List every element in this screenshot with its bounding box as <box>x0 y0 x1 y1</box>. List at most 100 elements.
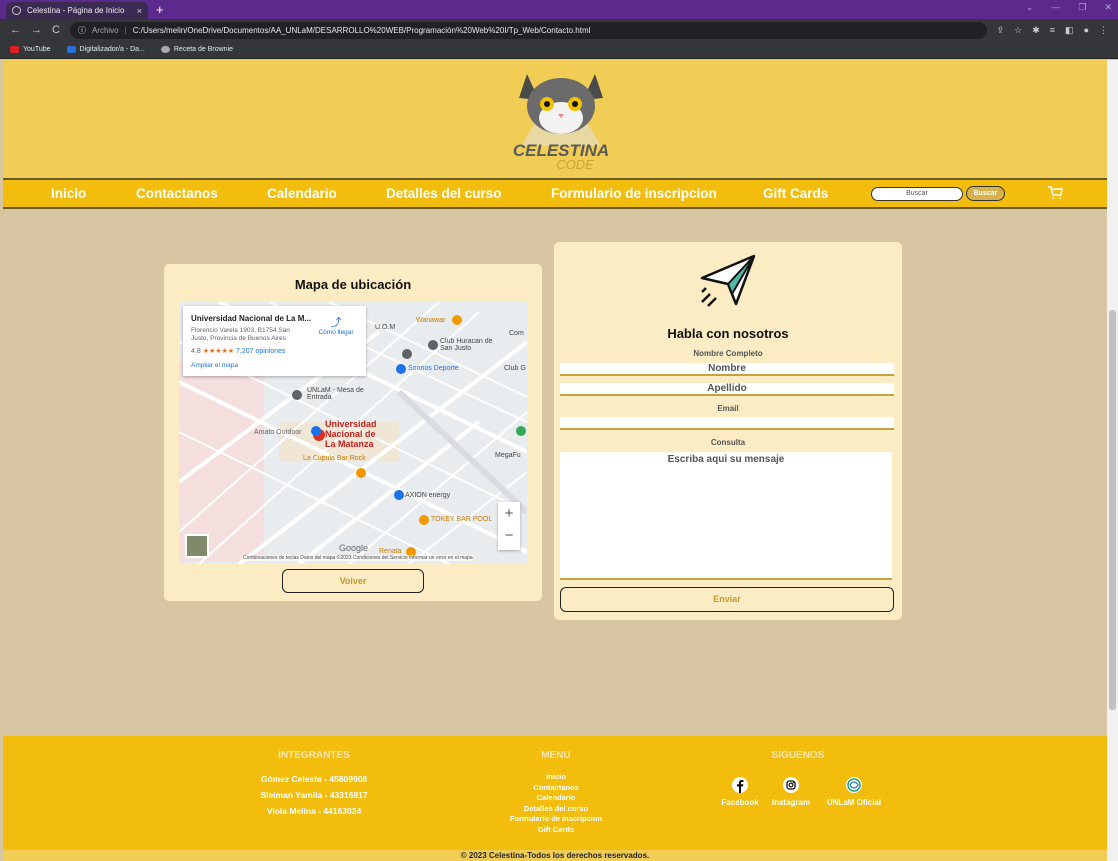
share-icon[interactable]: ⇪ <box>997 25 1005 36</box>
browser-tab[interactable]: Celestina - Página de Inicio × <box>6 2 148 19</box>
reviews-link[interactable]: 7,207 opiniones <box>236 348 285 355</box>
close-window-icon[interactable]: ✕ <box>1104 2 1112 13</box>
cart-icon[interactable] <box>1047 186 1063 200</box>
address-bar: ← → C ⓘ Archivo | C:/Users/melin/OneDriv… <box>0 19 1118 41</box>
email-field[interactable] <box>560 417 894 430</box>
restore-icon[interactable]: ❐ <box>1078 2 1086 13</box>
follow-heading: SIGUENOS <box>771 750 825 761</box>
rating-stars-icon: ★★★★★ <box>202 348 235 355</box>
search-input[interactable]: Buscar <box>871 187 963 201</box>
url-field[interactable]: ⓘ Archivo | C:/Users/melin/OneDrive/Docu… <box>69 21 987 39</box>
name-label: Nombre Completo <box>693 349 763 358</box>
footer-link-inicio[interactable]: Inicio <box>486 772 626 783</box>
zoom-in-button[interactable]: + <box>498 502 520 526</box>
map-label-amato: Amato Outdoor <box>254 429 302 436</box>
nav-calendario[interactable]: Calendario <box>267 186 337 201</box>
member-item: Viola Melina - 44163024 <box>266 806 362 816</box>
query-label: Consulta <box>710 438 746 447</box>
map-title: Mapa de ubicación <box>294 277 412 292</box>
paper-plane-icon <box>700 254 756 307</box>
unlam-link[interactable]: UNLaM Oficial <box>819 777 889 807</box>
footer-menu: Inicio Contactanos Calendario Detalles d… <box>486 772 626 835</box>
map-label-universidad: Universidad Nacional de La Matanza <box>325 419 377 449</box>
new-tab-button[interactable]: + <box>156 2 164 17</box>
place-info-card: Universidad Nacional de La M... Florenci… <box>183 306 366 376</box>
search-button[interactable]: Buscar <box>966 186 1005 201</box>
footer-link-calendario[interactable]: Calendario <box>486 793 626 804</box>
unlam-icon <box>846 777 862 793</box>
profile-icon[interactable]: ● <box>1084 25 1089 36</box>
zoom-out-button[interactable]: − <box>498 526 520 550</box>
map-label-club-huracan: Club Huracan de San Justo <box>440 338 493 352</box>
google-logo: Google <box>339 543 369 553</box>
map-label-com: Com <box>509 330 524 337</box>
sidebar-icon[interactable]: ◧ <box>1065 25 1074 36</box>
map-label-sonnos: Sonnos Deporte <box>408 365 459 372</box>
bookmark-digitalizador[interactable]: Digitalizador/a - Da... <box>66 46 145 53</box>
map-label-renata: Renata <box>379 548 402 555</box>
embedded-map[interactable]: UNLaM - Mesa de Entrada Amato Outdoor Un… <box>179 302 527 564</box>
nav-formulario[interactable]: Formulario de inscripcion <box>551 186 717 201</box>
footer-link-detalles[interactable]: Detalles del curso <box>486 804 626 815</box>
last-name-field[interactable]: Apellido <box>560 383 894 396</box>
extensions-icon[interactable]: ✱ <box>1032 25 1040 36</box>
minimize-icon[interactable]: — <box>1051 2 1060 13</box>
place-name: Universidad Nacional de La M... <box>191 314 312 323</box>
page-viewport: CELESTINA CODE Inicio Contactanos Calend… <box>3 60 1107 861</box>
map-footer: Combinaciones de teclas Datos del mapa ©… <box>243 555 473 561</box>
message-textarea[interactable]: Escriba aqui su mensaje <box>560 452 892 580</box>
nav-inicio[interactable]: Inicio <box>51 186 86 201</box>
directions-icon: ⤴ <box>330 317 342 329</box>
url-text: C:/Users/melin/OneDrive/Documentos/AA_UN… <box>132 25 591 35</box>
scrollbar-thumb[interactable] <box>1109 310 1116 710</box>
nav-contactanos[interactable]: Contactanos <box>136 186 218 201</box>
back-icon[interactable]: ← <box>10 24 21 36</box>
info-icon[interactable]: ⓘ <box>78 25 86 36</box>
forward-icon[interactable]: → <box>31 24 42 36</box>
nav-detalles[interactable]: Detalles del curso <box>386 186 502 201</box>
map-label-axion: AXION energy <box>405 492 451 499</box>
globe-icon <box>12 6 21 15</box>
zoom-controls: + − <box>498 502 520 550</box>
star-icon[interactable]: ☆ <box>1014 25 1022 36</box>
member-item: Sleiman Yamila - 43316917 <box>260 790 368 800</box>
celestina-logo[interactable]: CELESTINA CODE <box>511 68 611 173</box>
first-name-field[interactable]: Nombre <box>560 363 894 376</box>
bookmark-receta[interactable]: Receta de Brownie <box>160 46 233 53</box>
copyright: © 2023 Celestina-Todos los derechos rese… <box>3 850 1107 861</box>
form-title: Habla con nosotros <box>667 326 789 341</box>
youtube-icon <box>10 46 19 53</box>
url-scheme-label: Archivo <box>91 25 119 35</box>
close-tab-icon[interactable]: × <box>137 6 142 16</box>
page-scrollbar[interactable] <box>1107 60 1118 861</box>
facebook-link[interactable]: Facebook <box>715 777 765 807</box>
map-label-uom: U.O.M <box>375 324 396 331</box>
instagram-link[interactable]: Instagram <box>767 777 815 807</box>
member-item: Gómez Celeste - 45809908 <box>260 774 368 784</box>
place-rating: 4.8 ★★★★★ 7,207 opiniones <box>191 348 286 355</box>
submit-button[interactable]: Enviar <box>560 587 894 612</box>
header-banner: CELESTINA CODE <box>3 60 1107 178</box>
map-label-cupula: La Cúpula Bar Rock <box>303 455 366 462</box>
bookmark-icon <box>66 46 76 53</box>
footer-link-formulario[interactable]: Formulario de inscripcion <box>486 814 626 825</box>
bookmarks-bar: YouTube Digitalizador/a - Da... Receta d… <box>0 41 1118 59</box>
chevron-down-icon[interactable]: ⌄ <box>1026 2 1034 13</box>
map-label-wanawar: Wanawar <box>416 317 446 324</box>
reading-list-icon[interactable]: ≡ <box>1050 25 1055 36</box>
map-card: Mapa de ubicación UNLaM - Mesa de Entrad… <box>164 264 542 601</box>
email-label: Email <box>717 404 739 413</box>
footer-link-contactanos[interactable]: Contactanos <box>486 783 626 794</box>
expand-map-link[interactable]: Ampliar el mapa <box>191 362 238 369</box>
reload-icon[interactable]: C <box>52 24 60 36</box>
footer-link-gift-cards[interactable]: Gift Cards <box>486 825 626 836</box>
back-button[interactable]: Volver <box>282 569 424 593</box>
satellite-toggle[interactable] <box>185 534 209 558</box>
site-footer: INTEGRANTES Gómez Celeste - 45809908 Sle… <box>3 736 1107 861</box>
menu-icon[interactable]: ⋮ <box>1099 25 1108 36</box>
bookmark-youtube[interactable]: YouTube <box>10 46 51 53</box>
place-address: Florencio Varela 1903, B1754 San Justo, … <box>191 327 290 342</box>
directions-button[interactable]: ⤴ Cómo llegar <box>311 317 361 337</box>
nav-gift-cards[interactable]: Gift Cards <box>763 186 828 201</box>
menu-heading: MENU <box>541 750 571 761</box>
